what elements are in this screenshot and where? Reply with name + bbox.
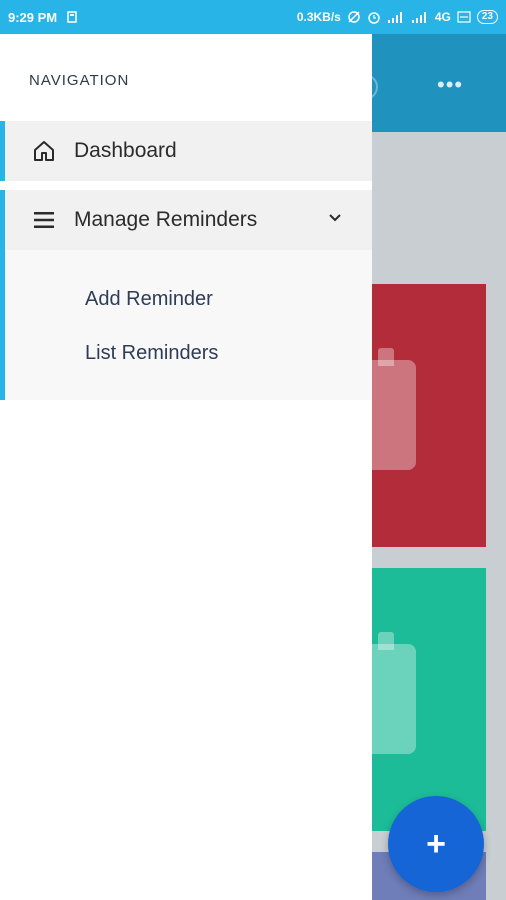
menu-icon [31, 207, 57, 233]
nav-item-manage-reminders[interactable]: Manage Reminders [0, 190, 372, 250]
nav-item-label: Dashboard [74, 139, 177, 162]
add-fab-button[interactable]: + [388, 796, 484, 892]
data-saver-icon [347, 10, 361, 24]
battery-icon: 23 [476, 10, 498, 24]
submenu-item-list-reminders[interactable]: List Reminders [85, 342, 218, 365]
volte-icon [457, 10, 471, 24]
status-bar: 9:29 PM 0.3KB/s 4G 23 [0, 0, 506, 34]
network-speed: 0.3KB/s [296, 10, 341, 24]
more-options-icon[interactable]: ••• [437, 72, 463, 98]
home-icon [31, 138, 57, 164]
nav-item-label: Manage Reminders [74, 208, 258, 231]
signal-icon-2 [411, 11, 429, 23]
alarm-icon [367, 10, 381, 24]
navigation-drawer: NAVIGATION Dashboard Manage Reminders Ad… [0, 34, 372, 900]
submenu-item-add-reminder[interactable]: Add Reminder [85, 288, 213, 311]
dashboard-card-green[interactable] [372, 568, 486, 831]
signal-icon-1 [387, 11, 405, 23]
notification-icon [67, 11, 77, 23]
network-type: 4G [434, 10, 451, 24]
nav-item-dashboard[interactable]: Dashboard [0, 121, 372, 181]
dashboard-card-red[interactable] [372, 284, 486, 547]
manage-reminders-submenu: Add Reminder List Reminders [0, 250, 372, 400]
calendar-icon [372, 348, 416, 470]
calendar-icon [372, 632, 416, 754]
chevron-down-icon[interactable] [327, 210, 343, 231]
status-time: 9:29 PM [8, 9, 58, 25]
drawer-heading: NAVIGATION [29, 72, 130, 89]
